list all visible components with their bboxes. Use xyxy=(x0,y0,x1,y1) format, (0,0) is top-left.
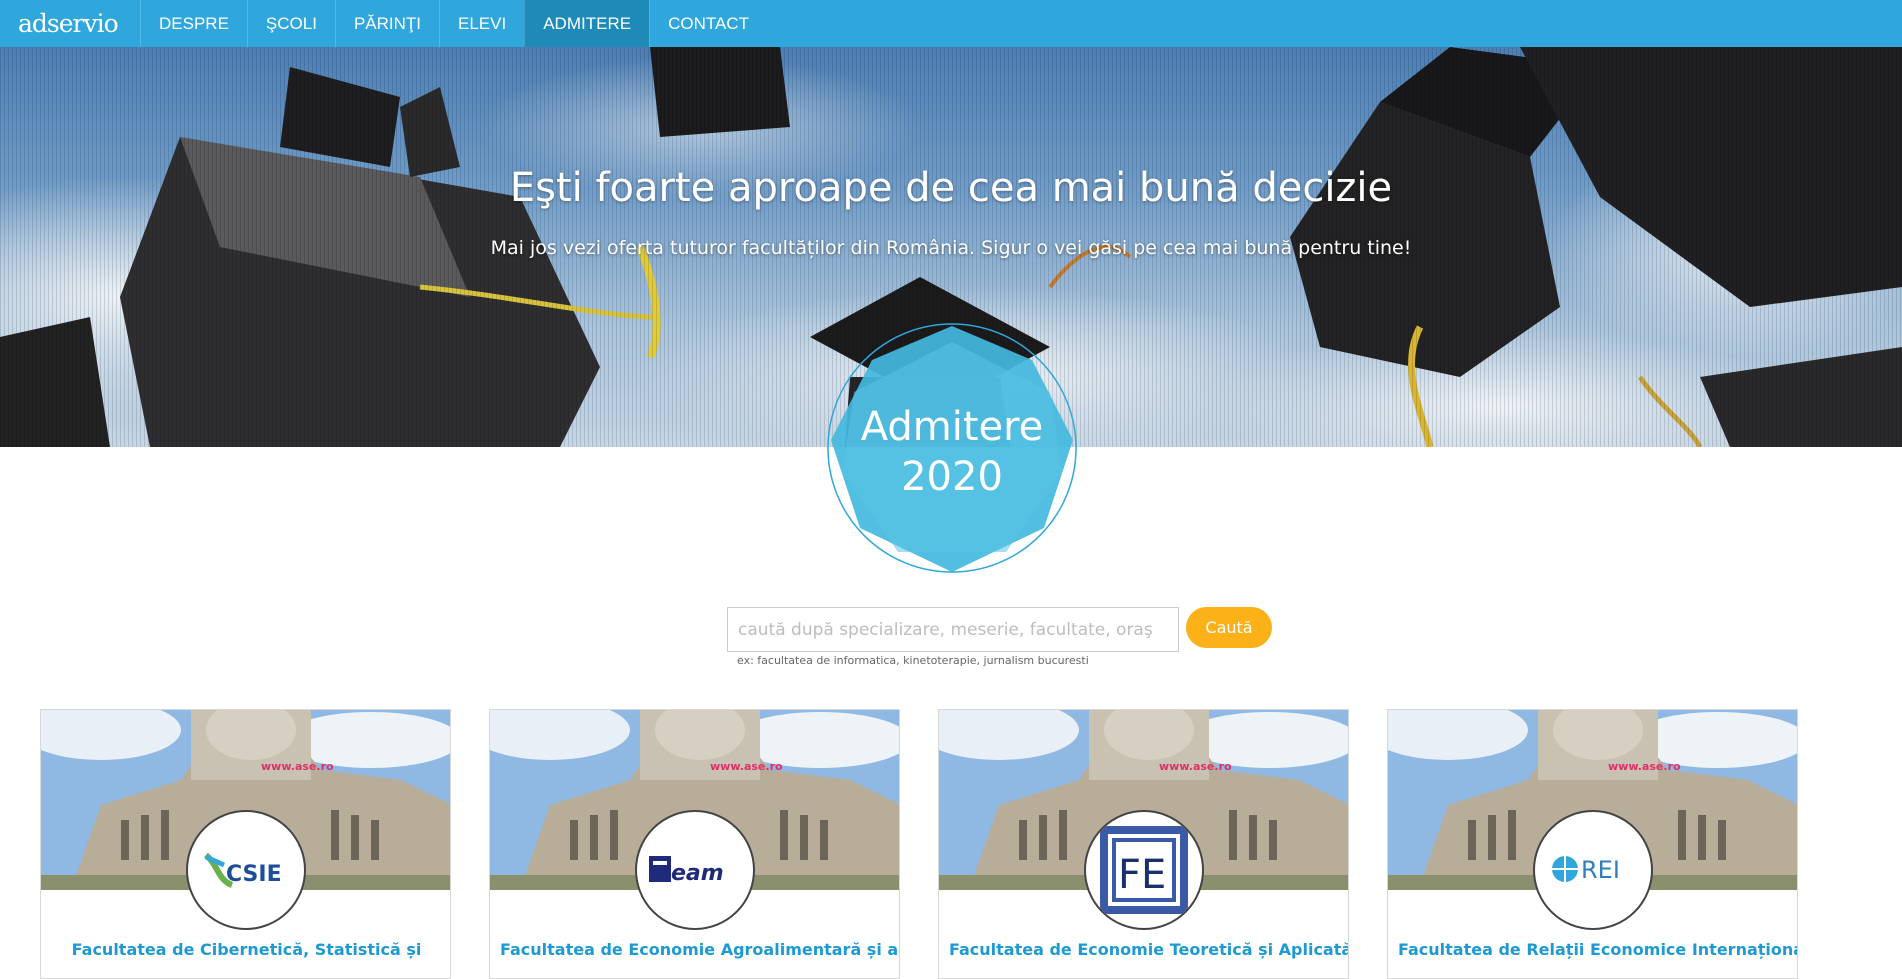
rei-logo: REI xyxy=(1533,810,1653,930)
badge-title: Admitere xyxy=(860,404,1044,450)
hero-title: Eşti foarte aproape de cea mai bună deci… xyxy=(509,165,1393,211)
svg-text:CSIE: CSIE xyxy=(226,862,282,887)
faculty-card-title[interactable]: Facultatea de Relații Economice Internaț… xyxy=(1398,940,1797,959)
nav-item-parinti[interactable]: PĂRINŢI xyxy=(334,0,439,47)
svg-text:www.ase.ro: www.ase.ro xyxy=(710,760,783,773)
svg-text:REI: REI xyxy=(1581,856,1620,884)
faculty-card[interactable]: www.ase.ro FE Facultatea de Economie Teo… xyxy=(938,709,1349,979)
svg-text:www.ase.ro: www.ase.ro xyxy=(1608,760,1681,773)
search-hint: ex: facultatea de informatica, kinetoter… xyxy=(737,654,1089,667)
badge-year: 2020 xyxy=(901,454,1003,500)
nav-item-scoli[interactable]: ŞCOLI xyxy=(246,0,335,47)
feam-logo: eam xyxy=(635,810,755,930)
svg-text:www.ase.ro: www.ase.ro xyxy=(261,760,334,773)
faculty-card[interactable]: www.ase.ro REI Facultatea de Relații Eco… xyxy=(1387,709,1798,979)
search-button[interactable]: Caută xyxy=(1186,607,1272,648)
csie-logo: CSIE xyxy=(186,810,306,930)
svg-text:eam: eam xyxy=(671,861,724,886)
admitere-badge: Admitere 2020 xyxy=(826,322,1078,574)
faculty-card-title[interactable]: Facultatea de Cibernetică, Statistică și xyxy=(51,940,442,959)
faculty-card[interactable]: www.ase.ro CSIE Facultatea de Cibernetic… xyxy=(40,709,451,979)
svg-text:www.ase.ro: www.ase.ro xyxy=(1159,760,1232,773)
top-navbar: adservio DESPRE ŞCOLI PĂRINŢI ELEVI ADMI… xyxy=(0,0,1902,47)
faculty-card-title[interactable]: Facultatea de Economie Teoretică și Apli… xyxy=(949,940,1348,959)
nav-item-elevi[interactable]: ELEVI xyxy=(439,0,524,47)
nav-item-despre[interactable]: DESPRE xyxy=(140,0,247,47)
nav-menu: DESPRE ŞCOLI PĂRINŢI ELEVI ADMITERE CONT… xyxy=(140,0,767,47)
faculty-card[interactable]: www.ase.ro eam Facultatea de Economie Ag… xyxy=(489,709,900,979)
fe-logo: FE xyxy=(1084,810,1204,930)
faculty-card-title[interactable]: Facultatea de Economie Agroalimentară și… xyxy=(500,940,898,959)
search-input[interactable] xyxy=(727,607,1179,652)
nav-item-admitere[interactable]: ADMITERE xyxy=(524,0,650,47)
faculty-card-list: www.ase.ro CSIE Facultatea de Cibernetic… xyxy=(0,709,1902,979)
adservio-logo[interactable]: adservio xyxy=(0,0,140,47)
nav-item-contact[interactable]: CONTACT xyxy=(649,0,767,47)
hero-subtitle: Mai jos vezi oferta tuturor facultăților… xyxy=(490,237,1412,259)
svg-text:FE: FE xyxy=(1118,852,1166,898)
